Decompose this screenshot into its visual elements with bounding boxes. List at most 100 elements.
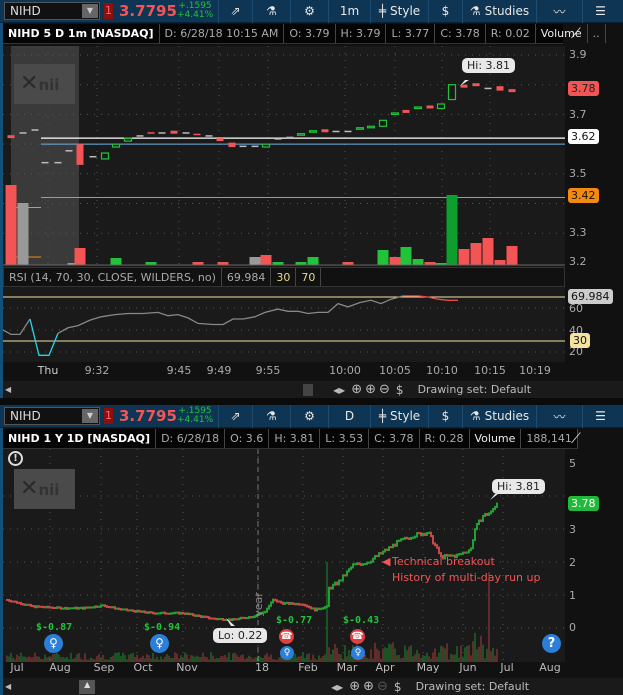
gear-icon[interactable]: ⚙ [290,0,328,23]
candle [332,130,340,133]
dollar-icon[interactable]: $ [394,680,402,694]
earnings-bulb-icon[interactable]: ♀ [150,634,169,653]
phone-icon[interactable]: ☎ [279,629,294,644]
rsi-level-30: 30 [271,268,297,286]
symbol-input[interactable]: NIHD ▼ [4,2,100,20]
bar-low: L: 3.53 [320,429,370,448]
candle [344,130,352,133]
price-axis-label: 0 [569,621,576,634]
price-axis-label: 3.7 [569,108,587,121]
date-axis-label: Sep [93,661,115,674]
volume-bar [506,246,518,265]
rsi-30-tag: 30 [570,333,590,348]
more-label: .. [588,24,606,43]
candle [205,135,213,137]
aggregation-button[interactable]: D [328,404,370,428]
candle [402,109,410,113]
share-icon[interactable]: ⇗ [218,0,252,23]
annotation-arrow-icon: ◀ [382,555,391,568]
menu-icon[interactable]: ☰ [582,0,618,23]
symbol-input[interactable]: NIHD ▼ [4,407,100,425]
help-icon[interactable]: ? [542,634,561,653]
candle [496,86,504,91]
link-badge[interactable]: 1 [104,3,113,19]
zoom-out-icon[interactable]: ⊖ [377,679,388,694]
earnings-bulb-icon[interactable]: ♀ [351,646,365,660]
candle [7,135,15,139]
rsi-chart[interactable] [3,287,565,362]
bar-range: R: 0.28 [420,429,470,448]
candle [239,145,247,148]
candle [147,132,155,134]
alert-icon[interactable]: ! [8,451,23,466]
share-icon[interactable]: ⇗ [218,404,252,428]
chevron-down-icon[interactable]: ▼ [82,4,98,18]
flask-icon[interactable]: ⚗ [252,404,290,428]
candle [286,136,294,139]
gear-icon[interactable]: ⚙ [290,404,328,428]
zoom-fit-icon[interactable]: ◂▸ [331,680,343,694]
zoom-fit-icon[interactable]: ◂▸ [333,383,345,397]
bottom-toolbar: NIHD ▼ 1 3.7795 +.1595 +4.41% ⇗ ⚗ ⚙ D ╪ Sty… [0,404,623,428]
date-axis-label: Jun [459,661,477,674]
time-axis-label: 9:49 [206,364,232,377]
study-toggle-icon[interactable]: ⟋ [571,431,581,447]
studies-button[interactable]: ⚗ Studies [462,0,536,23]
chevron-down-icon[interactable]: ▼ [82,409,98,423]
time-axis-label: 10:19 [519,364,551,377]
bar-open: O: 3.6 [225,429,270,448]
dollar-icon[interactable]: $ [428,404,462,428]
volume-bar [17,203,29,265]
dollar-icon[interactable]: $ [396,383,404,397]
link-badge[interactable]: 1 [104,408,113,424]
volume-bar [458,249,470,265]
earnings-bulb-icon[interactable]: ♀ [280,646,294,660]
earnings-bulb-icon[interactable]: ♀ [44,634,63,653]
flask-icon: ⚗ [469,409,481,423]
dollar-icon[interactable]: $ [428,0,462,23]
zoom-in-icon[interactable]: ⊕ [365,382,376,397]
price-axis-label: 1 [569,589,576,602]
crosshair-icon[interactable]: ⊕ [349,679,360,694]
date-axis-label: Aug [539,661,561,674]
volume-bar [377,250,389,265]
top-toolbar: NIHD ▼ 1 3.7795 +.1595 +4.41% ⇗ ⚗ ⚙ 1m ╪ St… [0,0,623,23]
intraday-price-chart[interactable] [3,46,565,268]
price-axis-label: 3.2 [569,255,587,268]
candle [54,161,62,164]
candle [136,135,144,137]
bottom-scrollbar[interactable]: ◀ ▲ ◂▸ ⊕ ⊕ ⊖ $ Drawing set: Default [3,678,623,695]
volume-bar [74,248,86,265]
drawing-set-label[interactable]: Drawing set: Default [416,680,529,693]
time-axis-label: 10:10 [426,364,458,377]
date-axis-label: Jul [10,661,24,674]
time-axis-label: 10:00 [329,364,361,377]
top-chart-header: NIHD 5 D 1m [NASDAQ] D: 6/28/18 10:15 AM… [3,24,606,44]
earnings-label: $-0.94 [144,622,181,633]
style-button[interactable]: ╪ Style [370,0,428,23]
flask-icon[interactable]: ⚗ [252,0,290,23]
logo: ✕nii [14,64,75,104]
candle [228,142,236,148]
zoom-out-icon[interactable]: ⊖ [379,382,390,397]
date-axis-label: May [416,661,440,674]
drawings-icon[interactable]: 〰 [536,0,582,23]
study-toggle-icon[interactable]: ⟋ [571,26,581,42]
candle [426,105,434,109]
aggregation-button[interactable]: 1m [328,0,370,23]
phone-icon[interactable]: ☎ [350,629,365,644]
style-button[interactable]: ╪ Style [370,404,428,428]
top-scrollbar[interactable]: ◀ ◂▸ ⊕ ⊕ ⊖ $ Drawing set: Default [3,381,623,398]
studies-button[interactable]: ⚗ Studies [462,404,536,428]
candle [321,129,329,133]
crosshair-icon[interactable]: ⊕ [351,382,362,397]
menu-icon[interactable]: ☰ [582,404,618,428]
candle [484,87,492,90]
drawing-set-label[interactable]: Drawing set: Default [418,383,531,396]
rsi-label: RSI (14, 70, 30, CLOSE, WILDERS, no) [4,268,222,286]
zoom-in-icon[interactable]: ⊕ [363,679,374,694]
price-axis-label: 2 [569,556,576,569]
volume-bar [260,255,272,265]
drawings-icon[interactable]: 〰 [536,404,582,428]
year-marker: year [251,592,265,617]
